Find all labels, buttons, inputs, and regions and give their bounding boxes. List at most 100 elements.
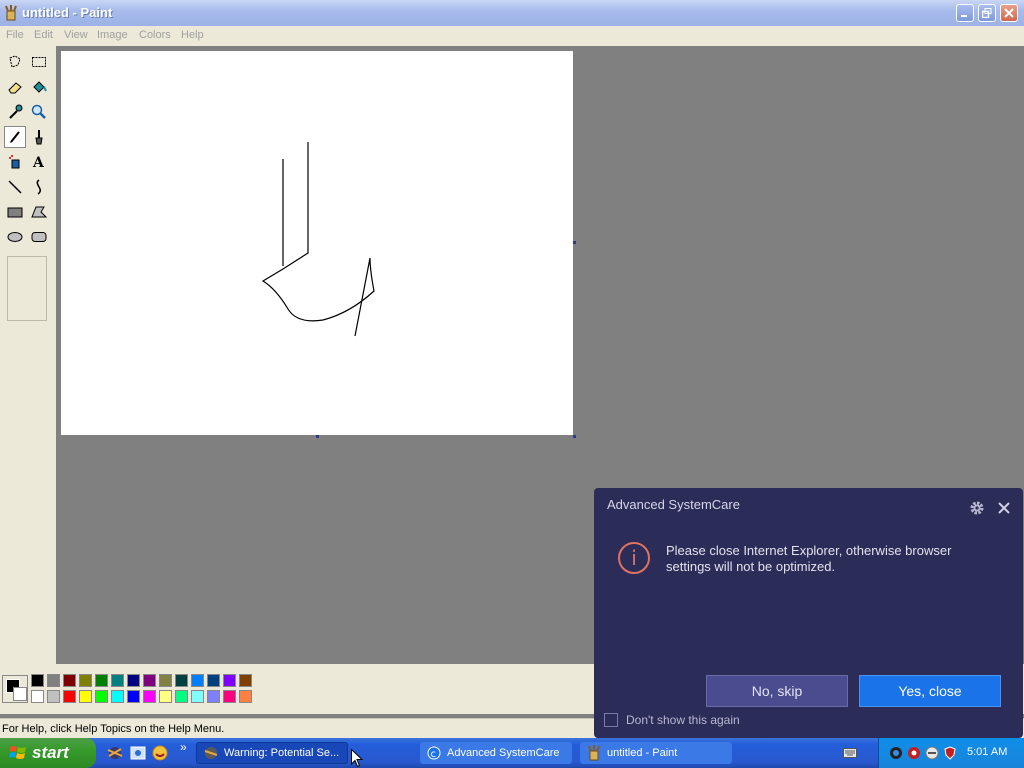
airbrush-tool[interactable]	[4, 151, 26, 173]
color-swatch[interactable]	[239, 674, 252, 687]
color-swatch[interactable]	[143, 690, 156, 703]
resize-handle-corner[interactable]	[573, 435, 576, 438]
free-form-select-tool[interactable]	[4, 51, 26, 73]
start-button[interactable]: start	[0, 738, 96, 768]
windows-flag-icon	[9, 746, 26, 759]
rounded-rectangle-tool[interactable]	[28, 226, 50, 248]
ellipse-tool[interactable]	[4, 226, 26, 248]
dialog-message: Please close Internet Explorer, otherwis…	[666, 543, 952, 574]
color-swatch[interactable]	[111, 690, 124, 703]
color-swatch[interactable]	[159, 674, 172, 687]
no-skip-button[interactable]: No, skip	[706, 675, 848, 707]
color-swatch[interactable]	[127, 674, 140, 687]
brush-tool[interactable]	[28, 126, 50, 148]
line-icon	[8, 180, 22, 194]
quicklaunch-messenger-icon[interactable]	[151, 744, 169, 762]
menu-bar: File Edit View Image Colors Help	[0, 26, 1024, 46]
tray-antivirus-icon[interactable]	[907, 746, 921, 760]
minimize-button[interactable]	[956, 4, 974, 22]
dialog-close-icon[interactable]	[996, 500, 1012, 516]
close-window-button[interactable]	[1000, 4, 1018, 22]
color-swatch[interactable]	[47, 690, 60, 703]
color-swatch[interactable]	[207, 690, 220, 703]
yes-close-button[interactable]: Yes, close	[859, 675, 1001, 707]
color-swatch[interactable]	[31, 690, 44, 703]
title-bar[interactable]: untitled - Paint	[0, 0, 1024, 26]
color-swatch[interactable]	[79, 690, 92, 703]
color-swatch[interactable]	[175, 690, 188, 703]
tool-options-box[interactable]	[7, 256, 47, 321]
tray-security-icon[interactable]	[889, 746, 903, 760]
quicklaunch-show-desktop-icon[interactable]	[129, 744, 147, 762]
settings-gear-icon[interactable]	[969, 500, 985, 516]
task-warning[interactable]: Warning: Potential Se...	[196, 742, 348, 764]
color-swatch[interactable]	[79, 674, 92, 687]
task-asc-label: Advanced SystemCare	[447, 747, 560, 759]
line-tool[interactable]	[4, 176, 26, 198]
dont-show-again-checkbox[interactable]	[604, 713, 618, 727]
tray-shield-icon[interactable]	[943, 746, 957, 760]
fill-with-color-tool[interactable]	[28, 76, 50, 98]
task-advanced-systemcare[interactable]: c Advanced SystemCare	[420, 742, 572, 764]
color-swatch[interactable]	[127, 690, 140, 703]
color-swatch[interactable]	[63, 690, 76, 703]
color-swatch[interactable]	[239, 690, 252, 703]
taskbar: start » Warning: Potential Se... c Advan…	[0, 738, 1024, 768]
color-swatch[interactable]	[95, 674, 108, 687]
rounded-rectangle-icon	[31, 232, 47, 242]
color-swatch[interactable]	[63, 674, 76, 687]
pick-color-tool[interactable]	[4, 101, 26, 123]
svg-text:c: c	[431, 749, 437, 760]
color-swatch[interactable]	[159, 690, 172, 703]
text-tool[interactable]: A	[28, 151, 50, 173]
dont-show-again-label[interactable]: Don't show this again	[626, 713, 740, 727]
color-swatch[interactable]	[223, 674, 236, 687]
warning-window-icon	[204, 747, 218, 759]
task-paint[interactable]: untitled - Paint	[580, 742, 732, 764]
color-swatch[interactable]	[31, 674, 44, 687]
color-swatch[interactable]	[47, 674, 60, 687]
restore-button[interactable]	[978, 4, 996, 22]
rectangle-tool[interactable]	[4, 201, 26, 223]
pencil-tool[interactable]	[4, 126, 26, 148]
select-tool[interactable]	[28, 51, 50, 73]
paint-app-icon	[5, 5, 17, 21]
toolbox: A	[0, 46, 56, 664]
tray-network-icon[interactable]	[925, 746, 939, 760]
resize-handle-bottom[interactable]	[316, 435, 319, 438]
color-swatch[interactable]	[175, 674, 188, 687]
color-swatch[interactable]	[143, 674, 156, 687]
resize-handle-right[interactable]	[573, 241, 576, 244]
drawing-canvas[interactable]	[61, 51, 573, 435]
advanced-systemcare-icon: c	[427, 746, 441, 760]
polygon-tool[interactable]	[28, 201, 50, 223]
color-swatch[interactable]	[191, 674, 204, 687]
menu-colors[interactable]: Colors	[139, 29, 171, 41]
color-swatch[interactable]	[95, 690, 108, 703]
ellipse-icon	[7, 232, 23, 242]
rectangle-icon	[7, 207, 23, 218]
menu-view[interactable]: View	[64, 29, 88, 41]
eraser-tool[interactable]	[4, 76, 26, 98]
menu-file[interactable]: File	[6, 29, 24, 41]
color-swatch[interactable]	[223, 690, 236, 703]
quicklaunch-chevron[interactable]: »	[180, 740, 187, 754]
task-paint-label: untitled - Paint	[607, 747, 678, 759]
quicklaunch-browser-icon[interactable]	[106, 744, 124, 762]
clock: 5:01 AM	[967, 746, 1008, 758]
magnifier-tool[interactable]	[28, 101, 50, 123]
restore-icon	[982, 8, 992, 18]
color-swatch[interactable]	[191, 690, 204, 703]
menu-edit[interactable]: Edit	[34, 29, 53, 41]
color-swatch[interactable]	[111, 674, 124, 687]
curve-tool[interactable]	[28, 176, 50, 198]
canvas-drawing	[261, 142, 375, 337]
current-colors[interactable]	[2, 675, 28, 703]
menu-image[interactable]: Image	[97, 29, 128, 41]
window-title: untitled - Paint	[22, 5, 113, 20]
polygon-icon	[31, 206, 47, 218]
menu-help[interactable]: Help	[181, 29, 204, 41]
color-swatch[interactable]	[207, 674, 220, 687]
language-keyboard-icon[interactable]	[843, 748, 857, 758]
select-icon	[32, 57, 46, 67]
